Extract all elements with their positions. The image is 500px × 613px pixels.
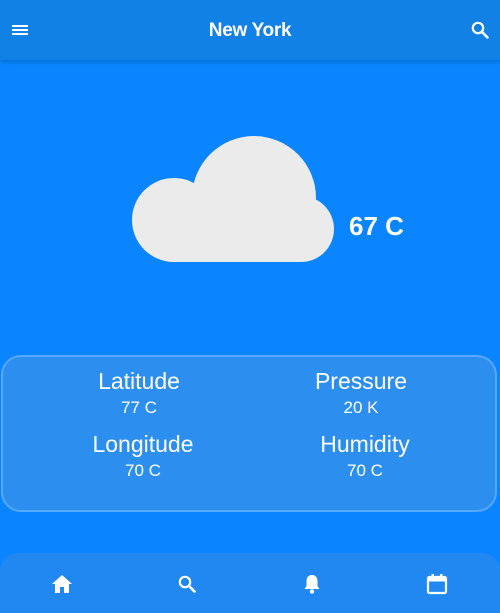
longitude-stat: Longitude 70 C — [43, 430, 243, 482]
humidity-stat: Humidity 70 C — [265, 430, 465, 482]
page-title: New York — [208, 20, 292, 41]
search-icon[interactable] — [468, 18, 492, 42]
app-bar: New York — [0, 0, 500, 60]
cloud-icon — [132, 136, 334, 262]
bell-icon[interactable] — [299, 571, 325, 597]
pressure-stat: Pressure 20 K — [261, 367, 461, 419]
search-icon[interactable] — [174, 571, 200, 597]
latitude-stat: Latitude 77 C — [39, 367, 239, 419]
stat-value: 70 C — [125, 461, 161, 480]
stat-value: 70 C — [347, 461, 383, 480]
stat-label: Latitude — [98, 368, 180, 394]
temperature-value: 67 C — [349, 211, 404, 241]
calendar-icon[interactable] — [424, 571, 450, 597]
stat-label: Humidity — [320, 431, 410, 457]
stat-label: Longitude — [92, 431, 194, 457]
stat-value: 77 C — [121, 398, 157, 417]
stat-label: Pressure — [314, 368, 408, 394]
weather-details-card: Latitude 77 C Pressure 20 K Longitude 70… — [1, 355, 497, 512]
stat-value: 20 K — [343, 398, 379, 417]
bottom-navigation — [0, 553, 500, 613]
home-icon[interactable] — [49, 571, 75, 597]
